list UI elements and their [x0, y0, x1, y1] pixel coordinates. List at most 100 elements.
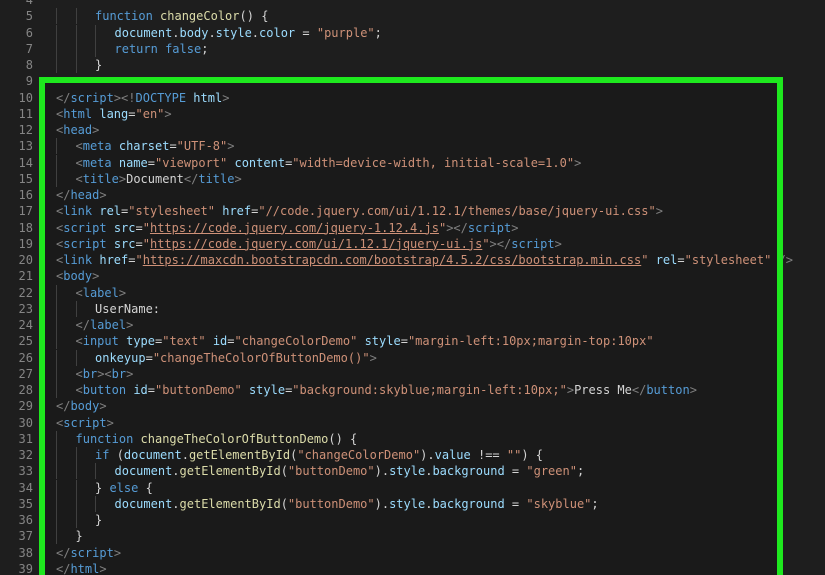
code-text[interactable]: <link rel="stylesheet" href="//code.jque… [56, 203, 663, 219]
code-text[interactable]: document.getElementById("buttonDemo").st… [115, 496, 599, 512]
code-token: </ [183, 171, 199, 186]
code-text[interactable]: } [76, 528, 83, 544]
line-number: 20 [18, 253, 33, 267]
code-text[interactable]: if (document.getElementById("changeColor… [95, 447, 543, 463]
code-line[interactable]: 10 </script><!DOCTYPE html> [0, 90, 825, 106]
code-line[interactable]: 16 </head> [0, 187, 825, 203]
code-text[interactable]: <title>Document</title> [76, 171, 242, 187]
code-line[interactable]: 14 <meta name="viewport" content="width=d… [0, 154, 825, 171]
code-line[interactable]: 34 } else { [0, 479, 825, 496]
code-text[interactable]: <br><br> [76, 366, 134, 382]
code-line[interactable]: 24 </label> [0, 317, 825, 333]
code-line[interactable]: 6 document.body.style.color = "purple"; [0, 24, 825, 41]
code-text[interactable]: UserName: [95, 301, 160, 317]
code-token: script [63, 236, 114, 251]
code-editor[interactable]: 4 5 function changeColor() {6 document.body… [0, 0, 825, 575]
code-line[interactable]: 11 <html lang="en"> [0, 106, 825, 122]
indent-guide [56, 24, 57, 41]
indent-guide [56, 512, 57, 528]
code-text[interactable]: <link href="https://maxcdn.bootstrapcdn.… [56, 252, 793, 268]
code-text[interactable]: </label> [76, 317, 134, 333]
code-line[interactable]: 21 <body> [0, 268, 825, 284]
code-token: html [70, 561, 100, 575]
code-text[interactable]: function changeTheColorOfButtonDemo() { [76, 431, 358, 447]
indent-guide [56, 463, 57, 480]
code-line[interactable]: 17 <link rel="stylesheet" href="//code.jq… [0, 203, 825, 219]
code-line[interactable]: 28 <button id="buttonDemo" style="backgro… [0, 382, 825, 398]
code-line[interactable]: 37} [0, 528, 825, 545]
code-line[interactable]: 32 if (document.getElementById("changeCol… [0, 447, 825, 463]
code-token: > [689, 383, 697, 397]
code-text[interactable]: </script><!DOCTYPE html> [56, 90, 229, 106]
code-text[interactable]: } [95, 57, 102, 73]
code-text[interactable]: <script src="https://code.jquery.com/jqu… [56, 220, 518, 236]
code-line[interactable]: 33 document.getElementById("buttonDemo").… [0, 463, 825, 480]
code-line[interactable]: 9 [0, 73, 825, 89]
code-text[interactable]: } [95, 512, 102, 528]
code-token: () { [239, 9, 269, 24]
code-line[interactable]: 4 [0, 0, 825, 8]
code-token: head [63, 123, 93, 137]
code-token: id [133, 383, 148, 397]
code-line[interactable]: 30 <script> [0, 415, 825, 431]
code-text[interactable]: <script> [56, 415, 114, 431]
code-line[interactable]: 39 </html> [0, 561, 825, 575]
code-text[interactable]: <body> [56, 268, 99, 284]
code-line[interactable]: 12 <head> [0, 122, 825, 138]
code-token: return [114, 41, 166, 56]
code-line[interactable]: 35 document.getElementById("buttonDemo").… [0, 495, 825, 512]
code-line[interactable]: 5 function changeColor() { [0, 8, 825, 25]
code-line[interactable]: 8} [0, 57, 825, 73]
code-text[interactable]: onkeyup="changeTheColorOfButtonDemo()"> [95, 350, 377, 366]
code-text[interactable]: document.getElementById("buttonDemo").st… [115, 463, 585, 479]
code-token: > [227, 139, 235, 154]
code-token: } [95, 58, 103, 72]
code-token: . [181, 448, 189, 462]
code-line[interactable]: 7 return false; [0, 40, 825, 57]
code-token: src [113, 220, 136, 235]
code-text[interactable]: <label> [76, 285, 127, 301]
code-token: > [511, 220, 519, 235]
line-number: 34 [18, 480, 33, 495]
code-text[interactable]: } else { [95, 480, 153, 496]
code-token: > [554, 236, 562, 251]
code-line[interactable]: 31 function changeTheColorOfButtonDemo() … [0, 430, 825, 447]
code-text[interactable]: </body> [56, 398, 107, 414]
line-number: 27 [18, 366, 33, 381]
code-line[interactable]: 36} [0, 512, 825, 528]
code-text[interactable]: function changeColor() { [95, 8, 268, 24]
indent-guide [56, 430, 57, 447]
code-line[interactable]: 19 <script src="https://code.jquery.com/u… [0, 236, 825, 252]
code-token: > [92, 123, 100, 137]
code-line[interactable]: 22 <label> [0, 284, 825, 301]
code-line[interactable]: 25 <input type="text" id="changeColorDemo… [0, 333, 825, 350]
code-text[interactable]: <meta name="viewport" content="width=dev… [76, 155, 582, 171]
code-text[interactable]: <input type="text" id="changeColorDemo" … [76, 333, 654, 349]
code-token: ). [374, 496, 390, 511]
code-text[interactable]: </html> [56, 561, 107, 575]
code-text[interactable]: <head> [56, 122, 99, 138]
code-token: getElementById [179, 496, 281, 511]
code-token: ). [420, 448, 435, 462]
code-text[interactable]: <meta charset="UTF-8"> [76, 138, 235, 154]
code-text[interactable]: return false; [115, 41, 209, 57]
code-line[interactable]: 26 onkeyup="changeTheColorOfButtonDemo()"… [0, 349, 825, 366]
code-token: "text" [162, 334, 206, 349]
code-line[interactable]: 13 <meta charset="UTF-8"> [0, 138, 825, 155]
code-text[interactable]: </head> [56, 187, 107, 203]
code-line[interactable]: 18 <script src="https://code.jquery.com/j… [0, 220, 825, 236]
code-text[interactable]: document.body.style.color = "purple"; [115, 25, 382, 41]
code-line[interactable]: 38 </script> [0, 545, 825, 561]
code-token: ; [591, 496, 599, 511]
code-text[interactable]: <script src="https://code.jquery.com/ui/… [56, 236, 562, 252]
code-line[interactable]: 23 UserName: [0, 300, 825, 317]
code-text[interactable]: <html lang="en"> [56, 106, 172, 122]
indent-guide [56, 40, 57, 57]
line-number: 11 [18, 106, 33, 121]
code-line[interactable]: 15 <title>Document</title> [0, 170, 825, 187]
code-line[interactable]: 20 <link href="https://maxcdn.bootstrapcd… [0, 252, 825, 268]
code-text[interactable]: </script> [56, 545, 121, 561]
code-line[interactable]: 27 <br><br> [0, 365, 825, 382]
code-text[interactable]: <button id="buttonDemo" style="backgroun… [76, 382, 697, 398]
code-line[interactable]: 29 </body> [0, 398, 825, 414]
